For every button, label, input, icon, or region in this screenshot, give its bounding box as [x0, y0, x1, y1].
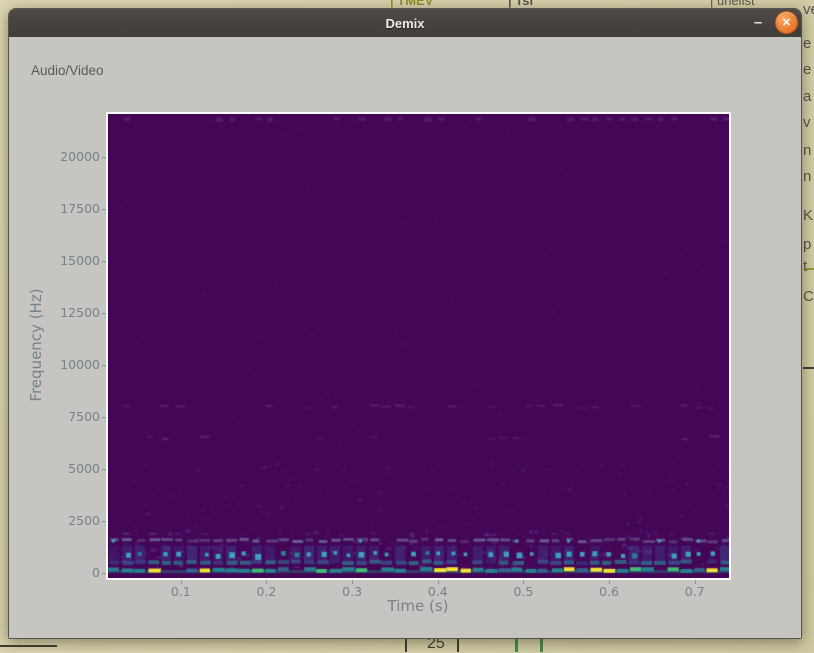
background-text-fragment: | TMEV	[390, 0, 434, 8]
background-text-fragment: ve	[803, 1, 814, 18]
table-cell-border-left	[405, 638, 407, 652]
x-tick-label: 0.7	[684, 584, 705, 599]
background-text-fragment: p	[803, 236, 812, 253]
minimize-icon: –	[753, 14, 763, 31]
x-tick-mark	[352, 580, 354, 584]
x-axis-label: Time (s)	[387, 597, 449, 615]
background-text-fragment: e	[803, 35, 812, 52]
window-content: Audio/Video Time (s) Frequency (Hz) 0.1 0…	[9, 37, 801, 638]
y-tick-label: 12500	[60, 304, 100, 320]
x-tick-mark	[180, 580, 182, 584]
y-tick-label: 17500	[60, 200, 100, 216]
background-text-fragment: v	[803, 114, 811, 131]
y-axis-label: Frequency (Hz)	[27, 288, 45, 402]
audio-video-label: Audio/Video	[31, 63, 104, 78]
spectrogram-figure	[106, 112, 731, 580]
x-tick-label: 0.3	[342, 584, 363, 599]
background-text-fragment: | Tsl	[508, 0, 534, 8]
x-tick-label: 0.2	[256, 584, 277, 599]
background-text-fragment: e	[803, 61, 812, 78]
x-tick-mark	[609, 580, 611, 584]
x-tick-label: 0.1	[170, 584, 191, 599]
background-text-fragment: K	[803, 207, 814, 224]
background-text-fragment: a	[803, 88, 812, 105]
x-tick-mark	[266, 580, 268, 584]
x-tick-mark	[437, 580, 439, 584]
close-icon: ✕	[781, 17, 792, 29]
background-text-fragment: C	[803, 288, 814, 305]
background-text-fragment: n	[803, 142, 812, 159]
x-tick-label: 0.4	[427, 584, 448, 599]
demix-window: Demix – ✕ Audio/Video Time (s) Frequency…	[8, 8, 802, 639]
window-title: Demix	[385, 15, 425, 31]
y-tick-label: 5000	[68, 460, 100, 476]
y-tick-label: 10000	[60, 356, 100, 372]
y-tick-label: 2500	[68, 512, 100, 528]
y-tick-label: 15000	[60, 252, 100, 268]
close-button[interactable]: ✕	[775, 11, 798, 34]
background-bottom-left-rule	[0, 645, 57, 647]
x-tick-label: 0.6	[599, 584, 620, 599]
green-marker-line	[540, 637, 543, 652]
background-olive-rule	[805, 268, 814, 270]
spectrogram-canvas[interactable]	[108, 114, 729, 578]
y-tick-label: 0	[92, 564, 100, 580]
background-dark-rule	[803, 367, 814, 369]
background-text-fragment: | unelist	[710, 0, 755, 8]
green-marker-line	[515, 637, 518, 652]
table-cell-border-right	[457, 638, 459, 652]
y-tick-label: 20000	[60, 148, 100, 164]
minimize-button[interactable]: –	[747, 11, 769, 35]
x-tick-mark	[523, 580, 525, 584]
background-text-fragment: n	[803, 168, 812, 185]
x-tick-mark	[694, 580, 696, 584]
titlebar[interactable]: Demix – ✕	[9, 9, 801, 37]
background-text-fragment: t	[803, 258, 808, 275]
y-tick-label: 7500	[68, 408, 100, 424]
x-tick-label: 0.5	[513, 584, 534, 599]
